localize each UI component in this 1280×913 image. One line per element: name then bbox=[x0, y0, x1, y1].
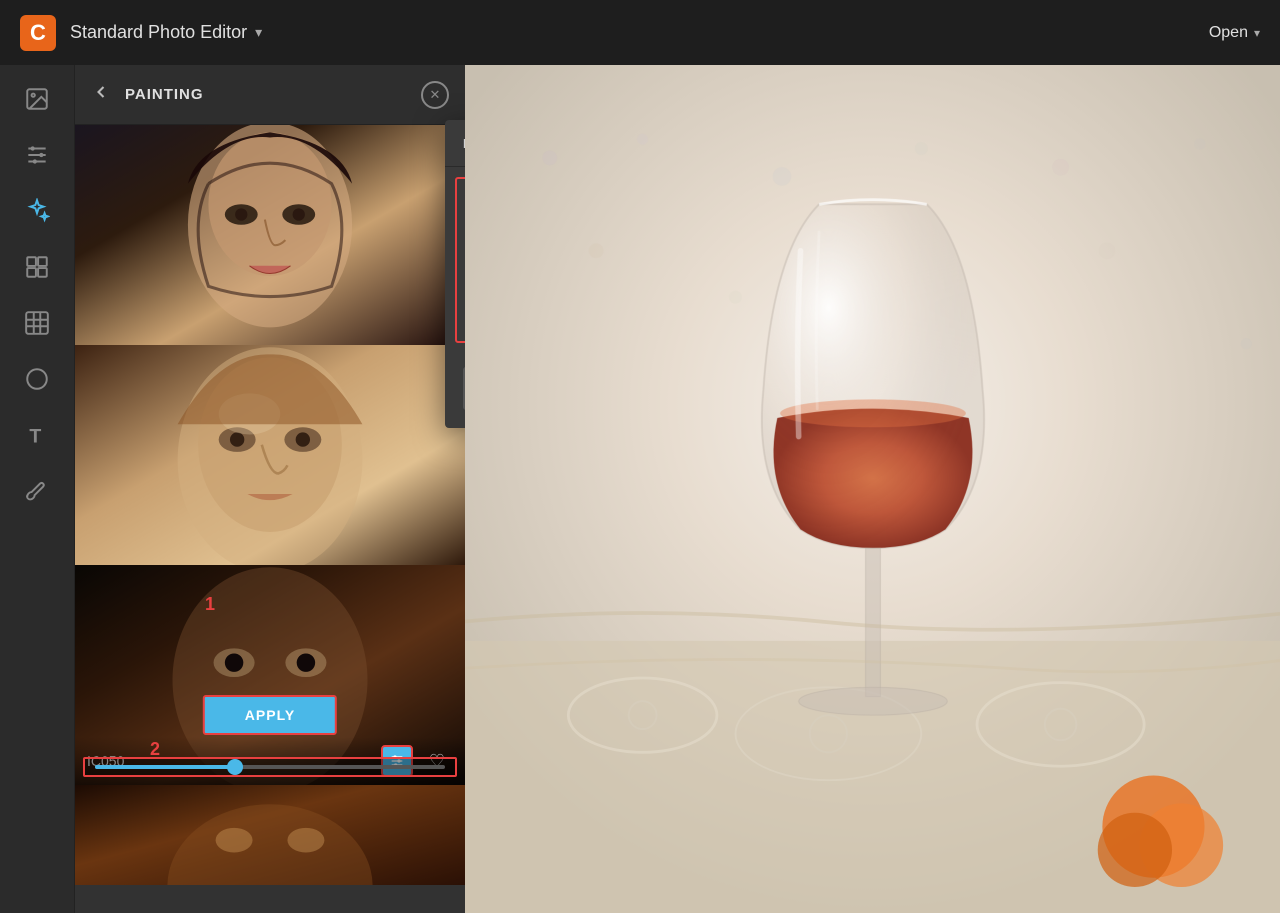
tool-mosaic[interactable] bbox=[13, 299, 61, 347]
logo-symbol: C bbox=[30, 20, 46, 46]
step-2-label: 2 bbox=[150, 739, 160, 760]
preview-image bbox=[465, 65, 1280, 913]
app-logo: C bbox=[20, 15, 56, 51]
open-chevron-icon: ▾ bbox=[1254, 26, 1260, 40]
thumb-image-2 bbox=[75, 345, 465, 565]
app-title-area[interactable]: Standard Photo Editor ▾ bbox=[70, 22, 262, 43]
thumb3-intensity-slider[interactable] bbox=[83, 757, 457, 777]
thumb3-apply-button[interactable]: APPLY bbox=[203, 695, 337, 735]
effect-dialog-footer: CANCEL APPLY bbox=[445, 353, 465, 428]
canvas-preview-area bbox=[465, 65, 1280, 913]
panel-title: PAINTING bbox=[125, 86, 407, 103]
effects-panel: PAINTING ✕ bbox=[75, 65, 465, 913]
effect-dialog-header: EFFECT SETTINGS ✕ bbox=[445, 120, 465, 167]
open-button[interactable]: Open ▾ bbox=[1209, 24, 1260, 42]
thumb-image-1 bbox=[75, 125, 465, 345]
panel-help-button[interactable]: ✕ bbox=[421, 81, 449, 109]
topbar: C Standard Photo Editor ▾ Open ▾ bbox=[0, 0, 1280, 65]
tool-image[interactable] bbox=[13, 75, 61, 123]
thumbnail-3-ic050[interactable]: 1 IC050 ♡ bbox=[75, 565, 465, 785]
panel-back-button[interactable] bbox=[91, 82, 111, 108]
effect-settings-body: Detail 3 Color Range 68 bbox=[455, 177, 465, 343]
app-title: Standard Photo Editor bbox=[70, 22, 247, 43]
svg-text:T: T bbox=[29, 426, 41, 448]
thumbnail-2[interactable] bbox=[75, 345, 465, 565]
tool-text[interactable]: T bbox=[13, 411, 61, 459]
effect-settings-dialog: EFFECT SETTINGS ✕ Detail 3 bbox=[445, 120, 465, 428]
panel-header: PAINTING ✕ bbox=[75, 65, 465, 125]
mini-slider-track bbox=[95, 765, 445, 769]
thumb-image-4 bbox=[75, 785, 465, 885]
step-1-label: 1 bbox=[205, 594, 215, 615]
tool-brush[interactable] bbox=[13, 467, 61, 515]
help-icon: ✕ bbox=[430, 87, 441, 103]
app-title-chevron-icon: ▾ bbox=[255, 24, 262, 41]
main-area: T PAINTING ✕ bbox=[0, 65, 1280, 913]
tool-circle[interactable] bbox=[13, 355, 61, 403]
effect-dialog-title: EFFECT SETTINGS bbox=[463, 136, 465, 151]
tool-layers[interactable] bbox=[13, 243, 61, 291]
mini-slider-fill bbox=[95, 765, 235, 769]
open-label: Open bbox=[1209, 24, 1248, 42]
topbar-left: C Standard Photo Editor ▾ bbox=[20, 15, 262, 51]
thumb3-apply-area: APPLY bbox=[203, 695, 337, 735]
tool-adjustments[interactable] bbox=[13, 131, 61, 179]
tool-effects[interactable] bbox=[13, 187, 61, 235]
mini-slider-thumb[interactable] bbox=[227, 759, 243, 775]
thumbnails-list: 1 IC050 ♡ bbox=[75, 125, 465, 913]
thumbnail-4[interactable] bbox=[75, 785, 465, 885]
icon-bar: T bbox=[0, 65, 75, 913]
dialog-cancel-button[interactable]: CANCEL bbox=[463, 367, 465, 410]
thumbnail-1[interactable] bbox=[75, 125, 465, 345]
